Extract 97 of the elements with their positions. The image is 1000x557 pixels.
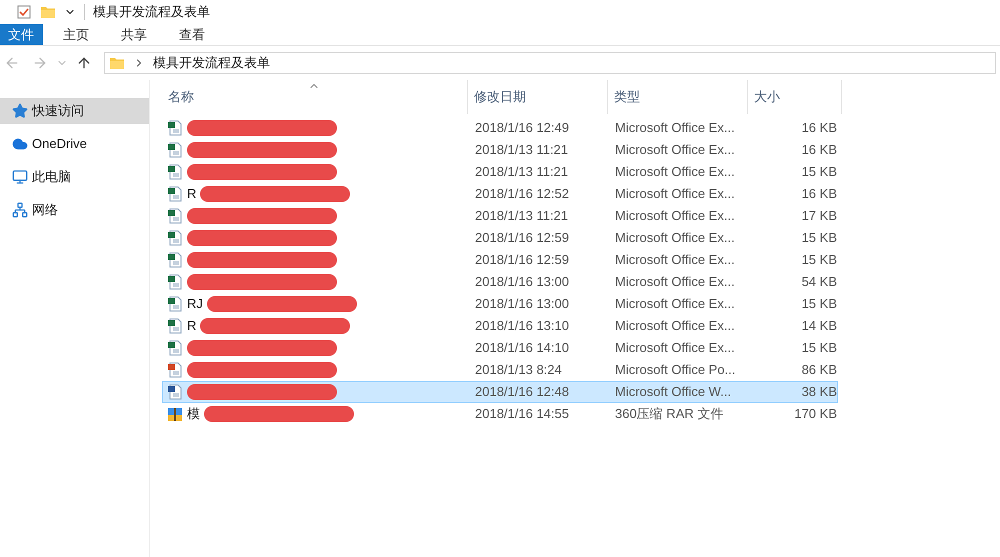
ribbon-tab[interactable]: 文件 bbox=[0, 24, 43, 45]
column-header[interactable]: 修改日期 bbox=[468, 80, 608, 114]
file-name: RJ bbox=[187, 295, 203, 314]
size-cell-text: 15 KB bbox=[800, 339, 837, 358]
file-row[interactable]: R 2018/1/16 12:52 Microsoft Office Ex... 16 KB bbox=[162, 183, 838, 205]
file-row[interactable]: 2018/1/13 8:24 Microsoft Office Po... 86 KB bbox=[162, 359, 838, 381]
type-cell-text: Microsoft Office Ex... bbox=[614, 119, 736, 138]
type-cell-text: Microsoft Office Ex... bbox=[614, 163, 736, 182]
address-path: 模具开发流程及表单 bbox=[153, 54, 270, 72]
excel-file-icon bbox=[167, 142, 183, 158]
size-cell-text: 16 KB bbox=[800, 141, 837, 160]
file-name: R bbox=[187, 317, 196, 336]
size-cell-text: 86 KB bbox=[800, 361, 837, 380]
type-cell-text: Microsoft Office Po... bbox=[614, 361, 736, 380]
file-row[interactable]: RJ 2018/1/16 13:00 Microsoft Office Ex... 15 KB bbox=[162, 293, 838, 315]
column-header[interactable]: 类型 bbox=[608, 80, 748, 114]
window-title: 模具开发流程及表单 bbox=[93, 3, 210, 22]
date-cell-text: 2018/1/16 12:59 bbox=[474, 251, 570, 270]
type-cell-text: Microsoft Office Ex... bbox=[614, 273, 736, 292]
type-cell-text: Microsoft Office Ex... bbox=[614, 141, 736, 160]
file-row[interactable]: 2018/1/16 12:59 Microsoft Office Ex... 15 KB bbox=[162, 249, 838, 271]
type-cell-text: Microsoft Office Ex... bbox=[614, 207, 736, 226]
up-icon[interactable] bbox=[76, 55, 92, 71]
size-cell-text: 15 KB bbox=[800, 229, 837, 248]
cloud-icon bbox=[12, 136, 28, 152]
size-cell-text: 16 KB bbox=[800, 119, 837, 138]
excel-file-icon bbox=[167, 164, 183, 180]
excel-file-icon bbox=[167, 296, 183, 312]
type-cell-text: Microsoft Office Ex... bbox=[614, 295, 736, 314]
file-row[interactable]: 2018/1/16 12:49 Microsoft Office Ex... 16 KB bbox=[162, 117, 838, 139]
excel-file-icon bbox=[167, 318, 183, 334]
size-cell-text: 15 KB bbox=[800, 251, 837, 270]
file-row[interactable]: 2018/1/16 14:10 Microsoft Office Ex... 15 KB bbox=[162, 337, 838, 359]
date-cell-text: 2018/1/16 13:00 bbox=[474, 295, 570, 314]
folder-icon bbox=[109, 55, 125, 71]
size-cell-text: 54 KB bbox=[800, 273, 837, 292]
type-cell-text: Microsoft Office Ex... bbox=[614, 339, 736, 358]
sidebar-item[interactable]: 快速访问 bbox=[0, 98, 149, 124]
file-row[interactable]: 2018/1/16 12:59 Microsoft Office Ex... 15 KB bbox=[162, 227, 838, 249]
size-cell-text: 15 KB bbox=[800, 295, 837, 314]
sidebar-item[interactable]: OneDrive bbox=[0, 131, 149, 157]
date-cell-text: 2018/1/16 12:49 bbox=[474, 119, 570, 138]
type-cell-text: Microsoft Office W... bbox=[614, 383, 732, 402]
ribbon-tab[interactable]: 主页 bbox=[51, 24, 101, 45]
excel-file-icon bbox=[167, 230, 183, 246]
excel-file-icon bbox=[167, 208, 183, 224]
size-cell-text: 15 KB bbox=[800, 163, 837, 182]
sidebar-item[interactable]: 网络 bbox=[0, 197, 149, 223]
ribbon-tab[interactable]: 共享 bbox=[109, 24, 159, 45]
type-cell-text: Microsoft Office Ex... bbox=[614, 229, 736, 248]
size-cell-text: 170 KB bbox=[793, 405, 837, 424]
file-row[interactable]: 2018/1/13 11:21 Microsoft Office Ex... 15 KB bbox=[162, 161, 838, 183]
date-cell-text: 2018/1/13 11:21 bbox=[474, 163, 570, 182]
date-cell-text: 2018/1/13 11:21 bbox=[474, 141, 570, 160]
date-cell-text: 2018/1/16 12:52 bbox=[474, 185, 570, 204]
ribbon-tab[interactable]: 查看 bbox=[167, 24, 217, 45]
excel-file-icon bbox=[167, 340, 183, 356]
excel-file-icon bbox=[167, 186, 183, 202]
type-cell-text: Microsoft Office Ex... bbox=[614, 251, 736, 270]
date-cell-text: 2018/1/16 12:48 bbox=[474, 383, 570, 402]
date-cell-text: 2018/1/16 13:10 bbox=[474, 317, 570, 336]
properties-icon[interactable] bbox=[16, 4, 32, 20]
file-row[interactable]: 模 2018/1/16 14:55 360压缩 RAR 文件 170 KB bbox=[162, 403, 838, 425]
address-bar[interactable]: 模具开发流程及表单 bbox=[104, 52, 996, 74]
archive-file-icon bbox=[167, 406, 183, 422]
date-cell-text: 2018/1/13 11:21 bbox=[474, 207, 570, 226]
type-cell-text: Microsoft Office Ex... bbox=[614, 185, 736, 204]
date-cell-text: 2018/1/16 14:55 bbox=[474, 405, 570, 424]
excel-file-icon bbox=[167, 252, 183, 268]
excel-file-icon bbox=[167, 120, 183, 136]
type-cell-text: Microsoft Office Ex... bbox=[614, 317, 736, 336]
size-cell-text: 17 KB bbox=[800, 207, 837, 226]
file-row[interactable]: 2018/1/16 13:00 Microsoft Office Ex... 54 KB bbox=[162, 271, 838, 293]
file-row[interactable]: R 2018/1/16 13:10 Microsoft Office Ex... 14 KB bbox=[162, 315, 838, 337]
sidebar-item[interactable]: 此电脑 bbox=[0, 164, 149, 190]
file-name: 模 bbox=[187, 405, 200, 424]
file-name: R bbox=[187, 185, 196, 204]
excel-file-icon bbox=[167, 274, 183, 290]
date-cell-text: 2018/1/16 12:59 bbox=[474, 229, 570, 248]
powerpoint-file-icon bbox=[167, 362, 183, 378]
size-cell-text: 14 KB bbox=[800, 317, 837, 336]
date-cell-text: 2018/1/13 8:24 bbox=[474, 361, 563, 380]
star-icon bbox=[12, 103, 28, 119]
word-file-icon bbox=[167, 384, 183, 400]
size-cell-text: 38 KB bbox=[800, 383, 837, 402]
file-row[interactable]: 2018/1/16 12:48 Microsoft Office W... 38 KB bbox=[162, 381, 838, 403]
folder-icon bbox=[40, 4, 56, 20]
type-cell-text: 360压缩 RAR 文件 bbox=[614, 405, 724, 424]
file-row[interactable]: 2018/1/13 11:21 Microsoft Office Ex... 17 KB bbox=[162, 205, 838, 227]
column-header[interactable]: 名称 bbox=[162, 80, 468, 114]
network-icon bbox=[12, 202, 28, 218]
size-cell-text: 16 KB bbox=[800, 185, 837, 204]
column-header[interactable]: 大小 bbox=[748, 80, 842, 114]
date-cell-text: 2018/1/16 14:10 bbox=[474, 339, 570, 358]
computer-icon bbox=[12, 169, 28, 185]
file-row[interactable]: 2018/1/13 11:21 Microsoft Office Ex... 16 KB bbox=[162, 139, 838, 161]
date-cell-text: 2018/1/16 13:00 bbox=[474, 273, 570, 292]
